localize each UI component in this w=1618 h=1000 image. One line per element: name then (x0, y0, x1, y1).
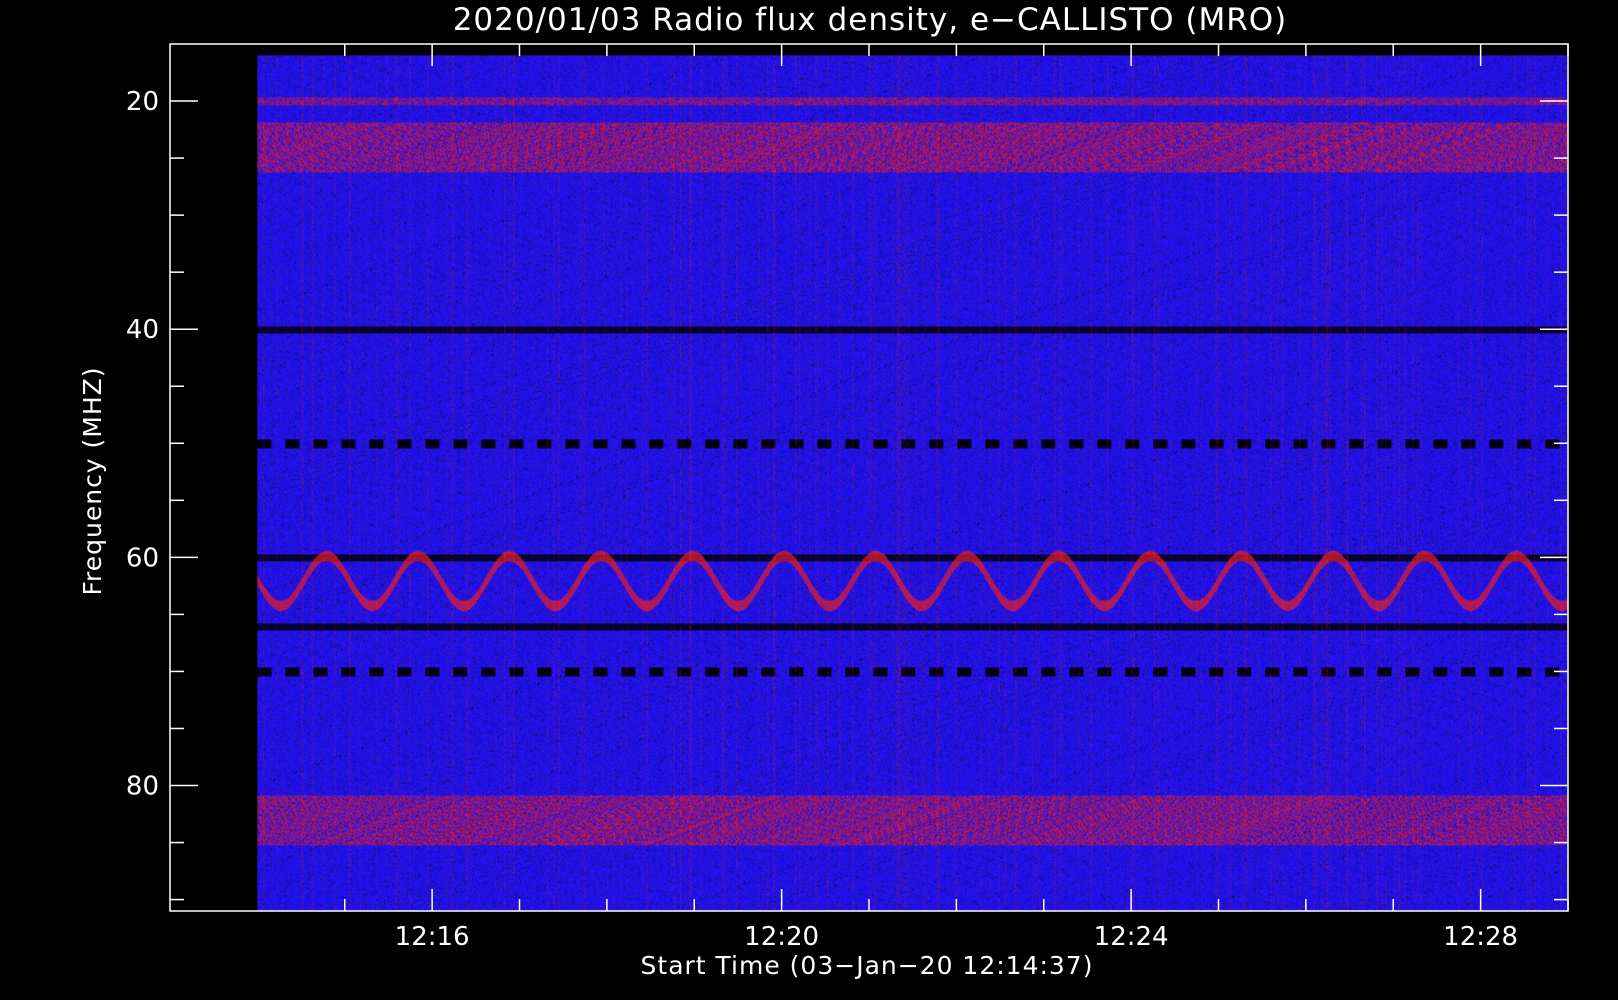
y-axis-label: Frequency (MHZ) (78, 366, 107, 595)
x-tick-label: 12:28 (1443, 922, 1518, 952)
x-tick-label: 12:24 (1094, 922, 1169, 952)
x-tick-label: 12:20 (744, 922, 819, 952)
spectrogram-chart: 2020/01/03 Radio flux density, e−CALLIST… (0, 0, 1618, 1000)
y-tick-label: 60 (126, 543, 159, 573)
y-tick-label: 40 (126, 315, 159, 345)
y-tick-label: 80 (126, 772, 159, 802)
x-tick-label: 12:16 (395, 922, 470, 952)
spectrogram-image (257, 55, 1569, 912)
spectrogram-heatmap (257, 55, 1569, 912)
x-axis-label: Start Time (03−Jan−20 12:14:37) (641, 951, 1094, 980)
y-tick-label: 20 (126, 87, 159, 117)
chart-title: 2020/01/03 Radio flux density, e−CALLIST… (453, 2, 1288, 38)
